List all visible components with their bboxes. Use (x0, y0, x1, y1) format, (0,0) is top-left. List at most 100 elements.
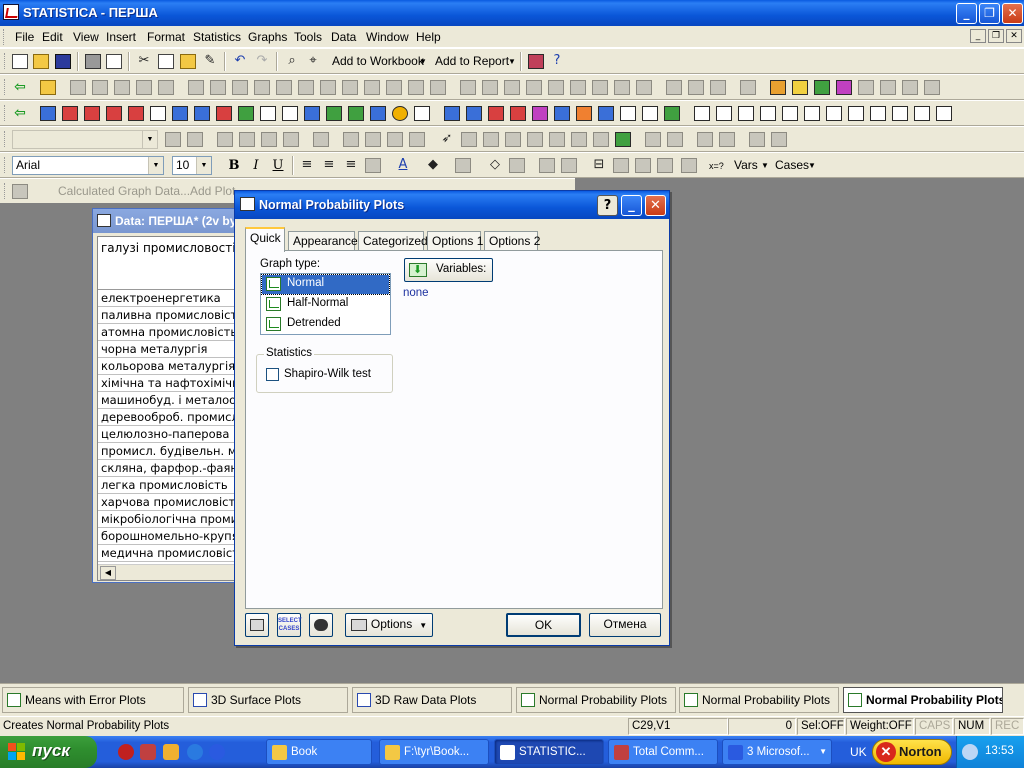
column-header[interactable]: галузі промисловості (98, 237, 248, 290)
menu-graphs[interactable]: Graphs (248, 30, 287, 44)
spreadsheet-title-bar[interactable]: Data: ПЕРША* (2v by (93, 209, 251, 233)
histogram-gray-icon[interactable] (70, 80, 86, 95)
draw-tool-7-icon[interactable] (593, 132, 609, 147)
quicklaunch-record-icon[interactable] (118, 744, 134, 760)
graph-type-list[interactable]: Normal Half-Normal Detrended (260, 273, 391, 335)
layout-5-icon[interactable] (782, 106, 798, 121)
layout-10-icon[interactable] (892, 106, 908, 121)
bar-chart-icon[interactable] (304, 106, 320, 121)
table-row[interactable]: чорна металургія (98, 341, 248, 358)
window-tab-normal-probability-plots-3[interactable]: Normal Probability Plots (843, 687, 1003, 713)
zoom-reset-icon[interactable] (409, 132, 425, 147)
spreadsheet-window[interactable]: Data: ПЕРША* (2v by галузі промисловості… (92, 208, 252, 583)
quicklaunch-floppy-icon[interactable] (140, 744, 156, 760)
icon-plot-icon[interactable] (260, 106, 276, 121)
line-gray-icon[interactable] (188, 80, 204, 95)
range-plot-icon[interactable] (216, 106, 232, 121)
grid-lines-icon[interactable] (509, 158, 525, 173)
qq-gray-icon[interactable] (364, 80, 380, 95)
formula-icon[interactable]: x=? (709, 161, 724, 171)
quantile-gray-icon[interactable] (320, 80, 336, 95)
vars-dropdown-icon[interactable]: ▼ (761, 161, 769, 170)
scatter3d-gray-icon[interactable] (408, 80, 424, 95)
pie-chart-icon[interactable] (172, 106, 188, 121)
window-tab-normal-probability-plots-1[interactable]: Normal Probability Plots (516, 687, 676, 713)
triangle-gray-icon[interactable] (548, 80, 564, 95)
context-help-icon[interactable]: ? (549, 54, 565, 69)
font-name-combo[interactable]: Arial ▼ (12, 156, 164, 175)
ternary-icon[interactable] (576, 106, 592, 121)
align-right-icon[interactable]: ≡ (343, 158, 359, 173)
sun-gray-icon[interactable] (482, 80, 498, 95)
contour-gray-icon[interactable] (614, 80, 630, 95)
print-icon[interactable] (85, 54, 101, 69)
mdi-close-button[interactable]: ✕ (1006, 29, 1022, 43)
histogram-3d-icon[interactable] (510, 106, 526, 121)
ok-button[interactable]: OK (506, 613, 581, 637)
bold-button[interactable]: B (226, 158, 242, 173)
graph-settings-icon[interactable] (635, 158, 651, 173)
pie-gray-icon[interactable] (210, 80, 226, 95)
text-size-up-icon[interactable] (749, 132, 765, 147)
graph-tool-5-icon[interactable] (261, 132, 277, 147)
quicklaunch-ie-icon[interactable] (209, 744, 225, 760)
tab-quick[interactable]: Quick (245, 227, 285, 252)
contour-icon[interactable] (554, 106, 570, 121)
scale-icon[interactable]: ⊟ (591, 158, 607, 173)
new-document-icon[interactable] (12, 54, 28, 69)
grid-gray-icon[interactable] (570, 80, 586, 95)
book-icon[interactable] (528, 54, 544, 69)
zoom-in-icon[interactable] (343, 132, 359, 147)
table-row[interactable]: медична промисловість (98, 545, 248, 562)
raw-data-3d-icon[interactable] (488, 106, 504, 121)
calculated-graph-data-button[interactable]: Calculated Graph Data... (58, 184, 190, 198)
start-button[interactable]: пуск (0, 736, 97, 768)
menu-edit[interactable]: Edit (42, 30, 63, 44)
menu-window[interactable]: Window (366, 30, 409, 44)
table-row[interactable]: легка промисловість (98, 477, 248, 494)
font-size-combo[interactable]: 10 ▼ (172, 156, 212, 175)
scatter-gray-icon[interactable] (92, 80, 108, 95)
align-center-icon[interactable]: ≡ (321, 158, 337, 173)
layout-7-icon[interactable] (826, 106, 842, 121)
menu-file[interactable]: File (15, 30, 34, 44)
task-statistica[interactable]: STATISTIC... (494, 739, 604, 765)
layout-9-icon[interactable] (870, 106, 886, 121)
spreadsheet-grid[interactable]: галузі промисловості електроенергетика п… (97, 236, 249, 581)
fill-color-icon[interactable]: ◆ (425, 158, 441, 173)
table-row[interactable]: промисл. будівельн. мат. (98, 443, 248, 460)
scroll-left-icon[interactable]: ◀ (100, 566, 116, 580)
format-cells-icon[interactable] (365, 158, 381, 173)
task-book-path[interactable]: F:\tyr\Book... (379, 739, 489, 765)
olap-icon[interactable] (770, 80, 786, 95)
missing-gray-icon[interactable] (232, 80, 248, 95)
menu-view[interactable]: View (73, 30, 99, 44)
range-gray-icon[interactable] (254, 80, 270, 95)
menu-insert[interactable]: Insert (106, 30, 136, 44)
clock[interactable]: 13:53 (985, 745, 1014, 757)
decimal-increase-icon[interactable] (539, 158, 555, 173)
bivariate-gray-icon[interactable] (636, 80, 652, 95)
font-color-icon[interactable]: A (395, 158, 411, 173)
draw-tool-1-icon[interactable] (461, 132, 477, 147)
arrow-back-icon-2[interactable]: ⇦ (12, 106, 28, 121)
align-1-icon[interactable] (645, 132, 661, 147)
graph-tool-6-icon[interactable] (283, 132, 299, 147)
polar-gray-icon[interactable] (504, 80, 520, 95)
quicklaunch-lightning-icon[interactable] (163, 744, 179, 760)
italic-button[interactable]: I (248, 158, 264, 173)
table-row[interactable]: харчова промисловість (98, 494, 248, 511)
tree-magenta-icon[interactable] (836, 80, 852, 95)
table-row[interactable]: машинобуд. і металообр. (98, 392, 248, 409)
add-to-report-dropdown-icon[interactable]: ▼ (508, 57, 516, 66)
copy-icon[interactable] (158, 54, 174, 69)
graph-tool-1-icon[interactable] (165, 132, 181, 147)
qq-plot-icon[interactable] (348, 106, 364, 121)
layout-3-icon[interactable] (738, 106, 754, 121)
table-row[interactable]: атомна промисловість (98, 324, 248, 341)
grid-toggle-icon[interactable] (313, 132, 329, 147)
help-icon[interactable]: ? (597, 195, 618, 216)
layout-11-icon[interactable] (914, 106, 930, 121)
mdi-minimize-button[interactable]: _ (970, 29, 986, 43)
boxplot-icon[interactable] (106, 106, 122, 121)
